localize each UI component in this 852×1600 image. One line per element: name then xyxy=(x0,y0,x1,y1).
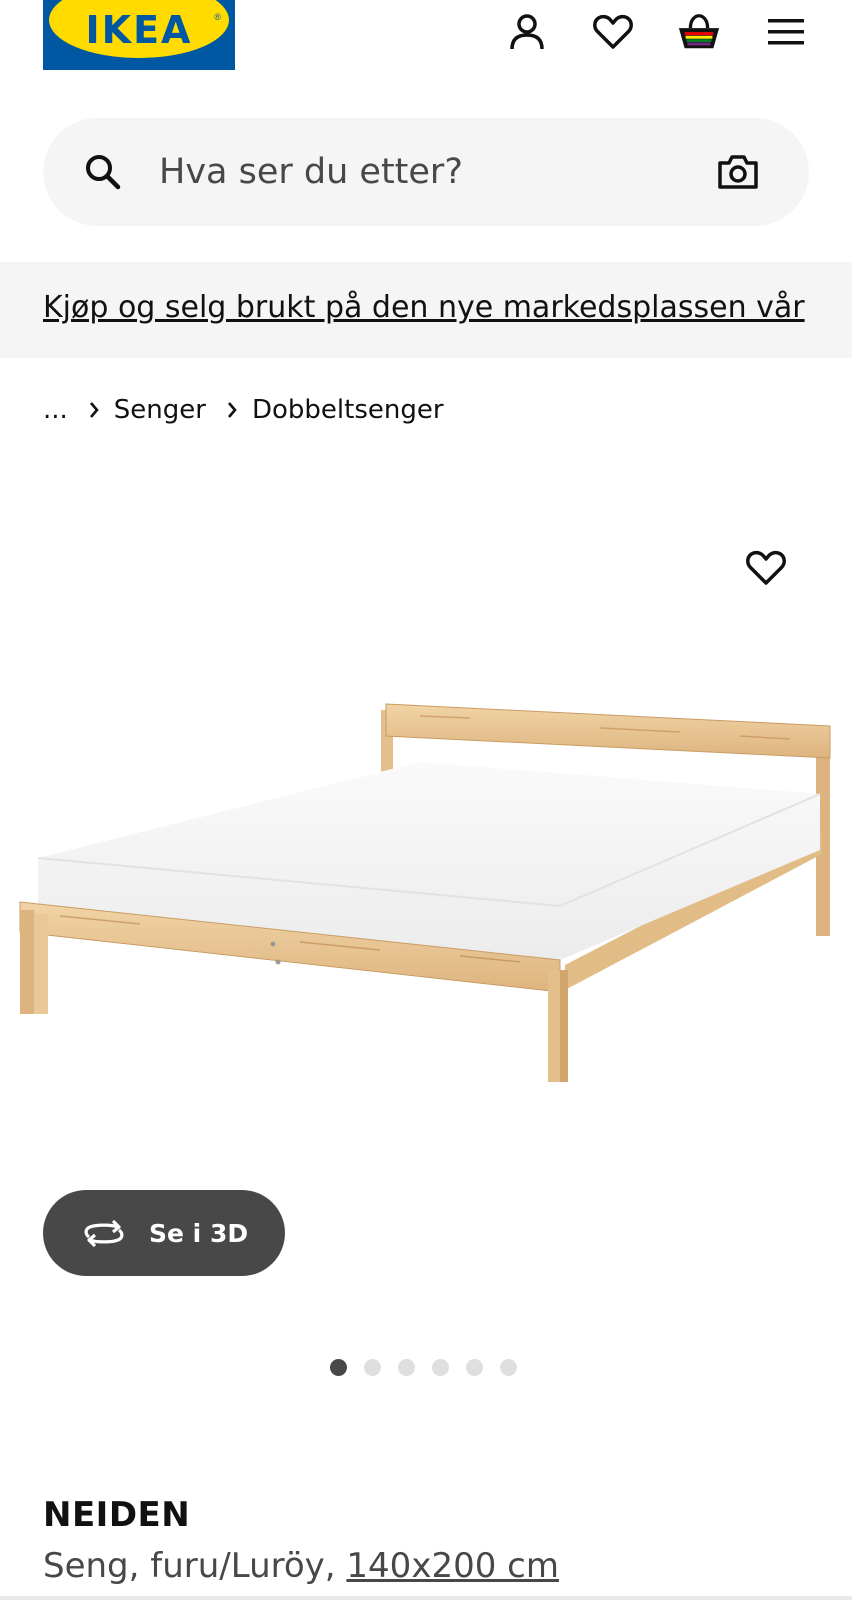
chevron-right-icon xyxy=(88,400,100,420)
product-image[interactable] xyxy=(0,690,852,1110)
rotate-3d-icon xyxy=(84,1219,124,1248)
carousel-dot[interactable] xyxy=(330,1359,347,1376)
divider xyxy=(0,1596,852,1600)
carousel-dot[interactable] xyxy=(500,1359,517,1376)
product-type: Seng, furu/Luröy, xyxy=(43,1546,347,1586)
breadcrumb-ellipsis[interactable]: ... xyxy=(43,395,68,425)
marketplace-banner: Kjøp og selg brukt på den nye markedspla… xyxy=(0,262,852,358)
marketplace-link[interactable]: Kjøp og selg brukt på den nye markedspla… xyxy=(43,290,805,325)
heart-icon[interactable] xyxy=(591,10,635,54)
add-to-favourites-button[interactable] xyxy=(740,544,792,592)
basket-icon[interactable] xyxy=(677,10,721,54)
carousel-dot[interactable] xyxy=(398,1359,415,1376)
view-in-3d-label: Se i 3D xyxy=(149,1218,249,1248)
product-name: NEIDEN xyxy=(43,1495,191,1535)
carousel-dot[interactable] xyxy=(466,1359,483,1376)
breadcrumb: ... Senger Dobbeltsenger xyxy=(43,392,444,428)
breadcrumb-dobbeltsenger[interactable]: Dobbeltsenger xyxy=(252,395,444,425)
carousel-dots xyxy=(330,1359,517,1376)
search-icon[interactable] xyxy=(83,152,123,192)
heart-icon xyxy=(746,550,786,585)
ikea-logo[interactable]: IKEA ® xyxy=(43,0,235,70)
view-in-3d-button[interactable]: Se i 3D xyxy=(43,1190,285,1276)
menu-icon[interactable] xyxy=(764,10,808,54)
account-icon[interactable] xyxy=(505,10,549,54)
chevron-right-icon xyxy=(226,400,238,420)
logo-text: IKEA xyxy=(85,8,193,52)
carousel-dot[interactable] xyxy=(432,1359,449,1376)
carousel-dot[interactable] xyxy=(364,1359,381,1376)
breadcrumb-senger[interactable]: Senger xyxy=(114,395,206,425)
product-size-link[interactable]: 140x200 cm xyxy=(346,1546,559,1586)
search-bar[interactable] xyxy=(43,118,809,226)
camera-icon[interactable] xyxy=(717,154,759,190)
registered-mark: ® xyxy=(214,12,221,22)
search-input[interactable] xyxy=(159,118,699,226)
product-description: Seng, furu/Luröy, 140x200 cm xyxy=(43,1546,559,1586)
